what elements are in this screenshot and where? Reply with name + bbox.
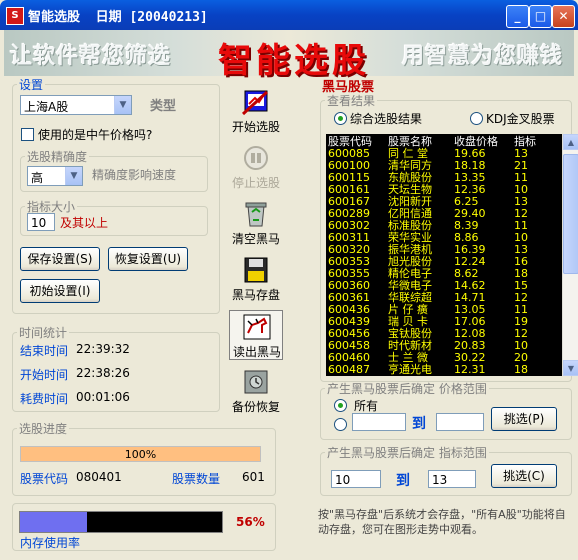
read-button[interactable]: 读出黑马 — [229, 310, 283, 360]
cell-code: 600487 — [328, 363, 370, 376]
end-time-label: 结束时间 — [20, 344, 69, 358]
clear-button[interactable]: 清空黑马 — [229, 198, 283, 248]
memory-usage-bar — [19, 511, 223, 533]
cell-price: 12.31 — [454, 363, 486, 376]
indicator-range-legend: 产生黑马股票后确定 指标范围 — [327, 446, 487, 460]
price-filter-button[interactable]: 挑选(P) — [491, 407, 557, 431]
results-scrollbar[interactable]: ▲ ▼ — [562, 134, 578, 376]
type-label: 类型 — [150, 99, 177, 114]
close-button[interactable]: ✕ — [552, 5, 575, 28]
precision-select-value: 高 — [31, 171, 44, 185]
right-slogan: 用智慧为您赚钱 — [402, 44, 564, 69]
window-title: 智能选股 日期 [20040213] — [28, 10, 208, 25]
indicator-filter-button[interactable]: 挑选(C) — [491, 464, 557, 488]
cell-name: 亨通光电 — [388, 363, 432, 376]
clear-label: 清空黑马 — [231, 232, 280, 246]
end-time-value: 22:39:32 — [76, 342, 130, 356]
market-select-value: 上海A股 — [24, 100, 69, 114]
status-hint: 按"黑马存盘"后系统才会存盘，"所有A股"功能将自动存盘，您可在图形走势中观看。 — [318, 508, 566, 536]
floppy-disk-icon — [244, 257, 268, 283]
start-time-value: 22:38:26 — [76, 366, 130, 380]
left-slogan: 让软件帮您筛选 — [10, 44, 172, 69]
banner-title: 智能选股 — [218, 41, 370, 81]
midday-price-checkbox[interactable] — [21, 128, 34, 141]
save-to-disk-label: 黑马存盘 — [231, 288, 280, 302]
kdj-cross-label: KDJ金叉股票 — [486, 112, 555, 126]
results-table[interactable]: 股票代码 股票名称 收盘价格 指标 600085 同 仁 堂 19.66 13 6001… — [326, 134, 562, 376]
safe-icon — [244, 370, 268, 394]
elapsed-time-value: 00:01:06 — [76, 390, 130, 404]
price-range-legend: 产生黑马股票后确定 价格范围 — [327, 382, 487, 396]
backup-restore-label: 备份恢复 — [231, 400, 280, 414]
elapsed-time-label: 耗费时间 — [20, 392, 69, 406]
start-selection-label: 开始选股 — [231, 120, 280, 134]
restore-settings-button[interactable]: 恢复设置(U) — [108, 247, 188, 271]
chevron-down-icon[interactable]: ▼ — [65, 167, 82, 185]
stop-selection-button[interactable]: 停止选股 — [229, 142, 283, 192]
save-to-disk-button[interactable]: 黑马存盘 — [229, 254, 283, 304]
memory-percent: 56% — [236, 515, 265, 529]
banner: 让软件帮您筛选 智能选股 用智慧为您赚钱 — [4, 30, 574, 81]
stop-selection-label: 停止选股 — [231, 176, 280, 190]
backup-restore-button[interactable]: 备份恢复 — [229, 366, 283, 416]
indicator-to-input[interactable]: 13 — [428, 470, 476, 488]
price-to-label: 到 — [412, 416, 426, 432]
progress-legend: 选股进度 — [19, 422, 68, 436]
read-label: 读出黑马 — [232, 345, 281, 359]
selection-progress-bar: 100% — [20, 446, 261, 462]
price-range-radio[interactable] — [334, 418, 347, 431]
precision-legend: 选股精确度 — [27, 150, 88, 164]
stock-code-value: 080401 — [76, 470, 122, 484]
time-stats-legend: 时间统计 — [19, 326, 68, 340]
overall-results-radio[interactable] — [334, 112, 347, 125]
stop-selection-icon — [244, 146, 268, 170]
progress-percent: 100% — [124, 448, 157, 461]
scroll-up-arrow-icon[interactable]: ▲ — [563, 134, 578, 150]
start-selection-button[interactable]: 开始选股 — [229, 86, 283, 136]
scroll-thumb[interactable] — [563, 154, 578, 274]
indicator-from-input[interactable]: 10 — [331, 470, 381, 488]
precision-hint: 精确度影响速度 — [92, 168, 177, 182]
price-all-radio[interactable] — [334, 399, 347, 412]
title-bar[interactable]: S 智能选股 日期 [20040213] _ □ ✕ — [0, 0, 578, 30]
stock-code-label: 股票代码 — [20, 472, 69, 486]
stock-count-value: 601 — [242, 470, 265, 484]
price-to-input[interactable] — [436, 413, 484, 431]
chevron-down-icon[interactable]: ▼ — [114, 96, 131, 114]
settings-legend: 设置 — [19, 78, 44, 92]
indicator-to-label: 到 — [396, 473, 410, 489]
overall-results-label: 综合选股结果 — [350, 112, 423, 126]
start-selection-icon — [241, 90, 269, 116]
view-results-legend: 查看结果 — [327, 94, 376, 108]
initial-settings-button[interactable]: 初始设置(I) — [20, 279, 100, 303]
recycle-bin-icon — [245, 202, 267, 227]
horse-icon — [243, 314, 271, 340]
memory-fill — [20, 512, 87, 532]
save-settings-button[interactable]: 保存设置(S) — [20, 247, 100, 271]
app-icon: S — [6, 7, 24, 25]
minimize-button[interactable]: _ — [506, 5, 529, 28]
maximize-button[interactable]: □ — [529, 5, 552, 28]
cell-indicator: 18 — [514, 363, 528, 376]
price-from-input[interactable] — [352, 413, 406, 431]
main-window: S 智能选股 日期 [20040213] _ □ ✕ 让软件帮您筛选 智能选股 … — [0, 0, 578, 560]
price-all-label: 所有 — [354, 399, 379, 413]
kdj-cross-radio[interactable] — [470, 112, 483, 125]
precision-select[interactable]: 高 ▼ — [27, 166, 83, 186]
memory-usage-label: 内存使用率 — [20, 536, 81, 550]
midday-price-label: 使用的是中午价格吗? — [38, 128, 153, 142]
indicator-size-suffix: 及其以上 — [60, 216, 109, 230]
start-time-label: 开始时间 — [20, 368, 69, 382]
scroll-down-arrow-icon[interactable]: ▼ — [563, 360, 578, 376]
market-select[interactable]: 上海A股 ▼ — [20, 95, 132, 115]
indicator-size-input[interactable]: 10 — [27, 213, 55, 231]
stock-count-label: 股票数量 — [172, 472, 221, 486]
